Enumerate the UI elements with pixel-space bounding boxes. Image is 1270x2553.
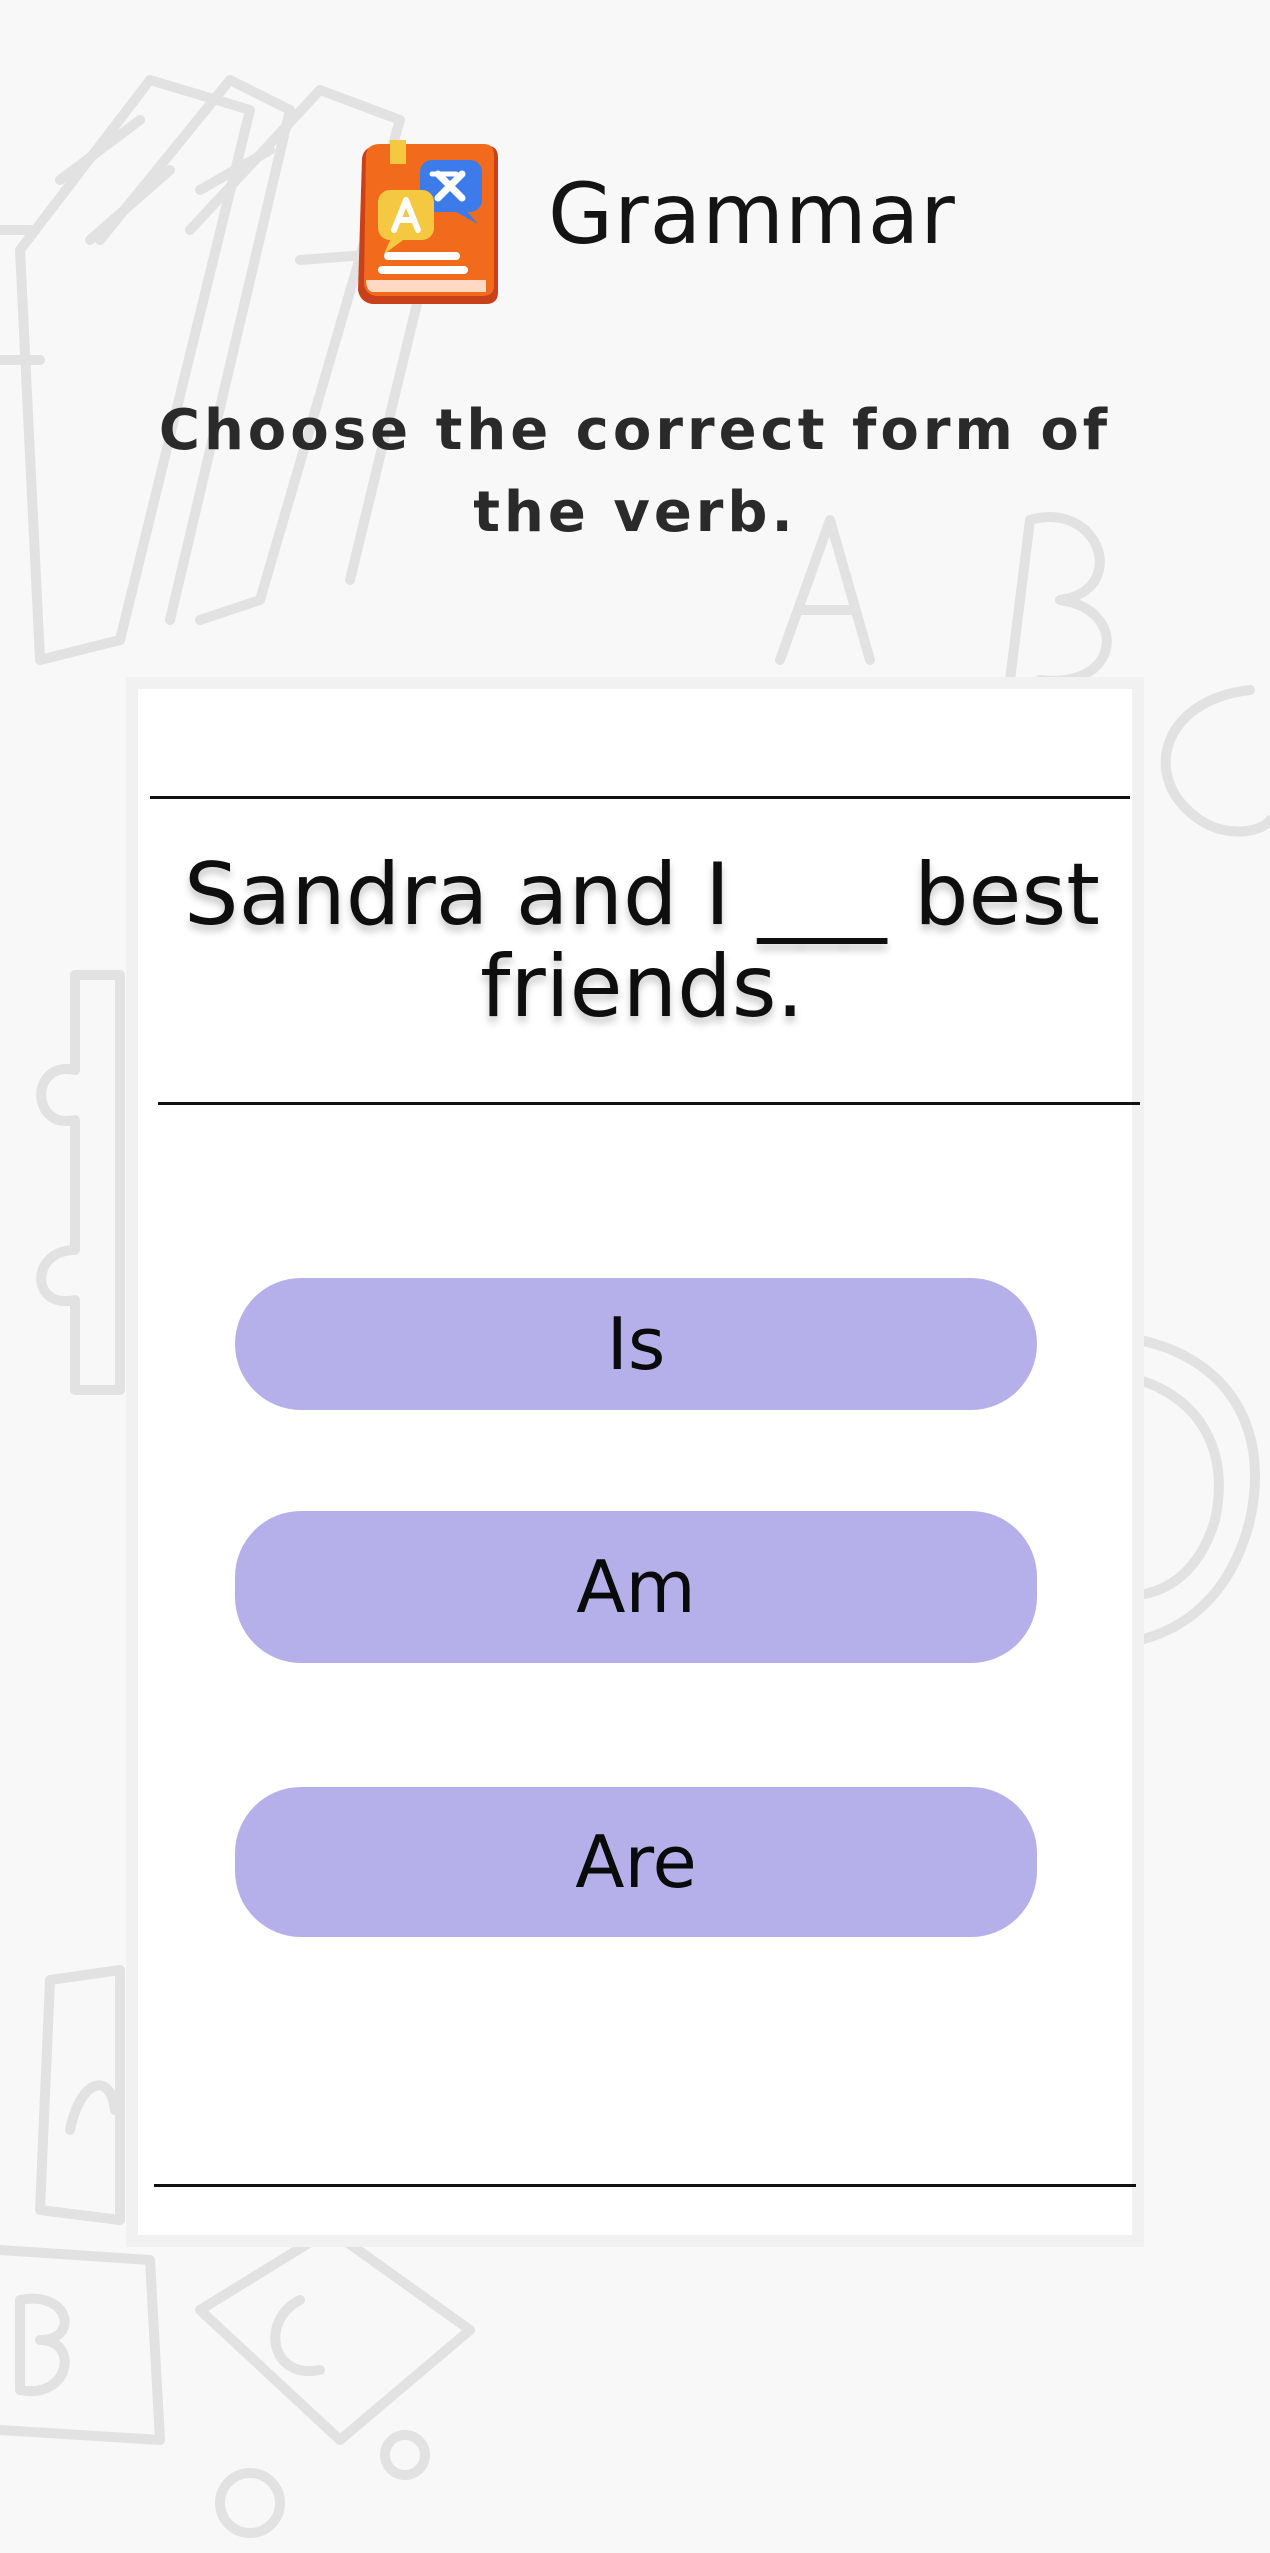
answer-label: Are (575, 1820, 697, 1904)
instruction-text: Choose the correct form of the verb. (158, 398, 1112, 545)
question-text: Sandra and I ___ best friends. (184, 845, 1100, 1037)
answer-button-is[interactable]: Is (235, 1278, 1037, 1410)
divider-bottom (154, 2184, 1136, 2187)
answer-button-am[interactable]: Am (235, 1511, 1037, 1663)
divider-top (150, 796, 1130, 799)
grammar-book-icon (358, 140, 498, 304)
app-header: Grammar (0, 130, 1270, 320)
answer-label: Am (576, 1545, 696, 1629)
answer-button-are[interactable]: Are (235, 1787, 1037, 1937)
answer-label: Is (606, 1302, 666, 1386)
question-card: Sandra and I ___ best friends. Is Am Are (126, 677, 1144, 2247)
divider-middle (158, 1102, 1140, 1105)
app-title: Grammar (548, 165, 956, 263)
